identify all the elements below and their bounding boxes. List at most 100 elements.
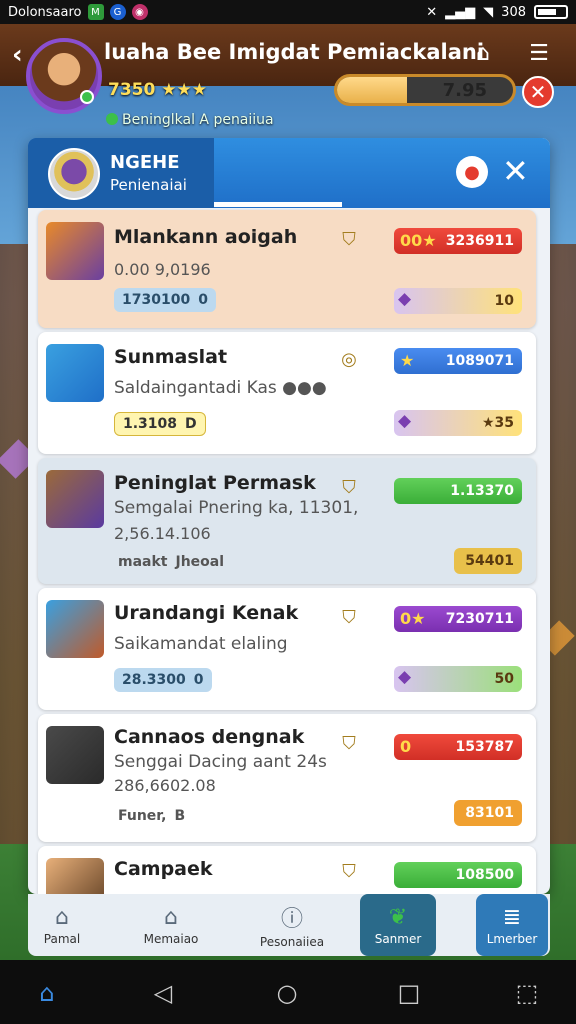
item-chip-text: 1.3108 xyxy=(123,416,178,432)
score-badge: 00★ 3236911 xyxy=(394,228,522,254)
list-item[interactable]: Peninglat Permask Semgalai Pnering ka, 1… xyxy=(38,458,536,584)
tab-info[interactable]: ⓘ Pesonaiiea xyxy=(244,894,340,956)
mute-icon: ✕ xyxy=(426,4,438,20)
item-title: Urandangi Kenak xyxy=(114,602,299,624)
status-bar: Dolonsaaro M G ◉ ✕ ▂▄▆ ◥ 308 xyxy=(0,0,576,24)
badge-value: 7230711 xyxy=(445,611,514,627)
item-chip-text: 28.3300 xyxy=(122,672,186,688)
reward-badge[interactable]: ◆ 10 xyxy=(394,288,522,314)
progress-bar: 7.95 xyxy=(334,74,516,106)
tab-leaf[interactable]: ❦ Sanmer xyxy=(360,894,436,956)
badge-lead: ★ xyxy=(400,351,415,370)
bottom-tab-bar: ⌂ Pamal ⌂ Memaiao ⓘ Pesonaiiea ❦ Sanmer … xyxy=(28,894,550,956)
progress-fill xyxy=(337,77,408,103)
status-left-text: Dolonsaaro xyxy=(8,4,82,20)
item-thumbnail xyxy=(46,222,104,280)
item-chip-text: maakt xyxy=(118,554,168,570)
item-chip-tail: 0 xyxy=(193,672,204,688)
recents-icon[interactable]: □ xyxy=(394,978,424,1008)
gmail-icon: M xyxy=(87,4,104,20)
item-title: Sunmaslat xyxy=(114,346,228,368)
share-icon[interactable]: ⌂ xyxy=(468,38,498,68)
item-title: Campaek xyxy=(114,858,213,880)
item-chip-tail: B xyxy=(174,808,186,824)
tab-label: Pamal xyxy=(43,931,81,946)
badge-lead: 0★ xyxy=(400,609,426,628)
profile-name: NGEHE xyxy=(110,152,180,173)
badge-lead: 00★ xyxy=(400,231,437,250)
list-item[interactable]: Campaek ⛉ 108500 xyxy=(38,846,536,894)
reward-value: 83101 xyxy=(465,805,514,821)
list-item[interactable]: Mlankann aoigah 0.00 9,0196 1730100 0 ⛉ 0… xyxy=(38,210,536,328)
item-chip: Funer, B xyxy=(110,804,193,828)
back-button[interactable]: ‹ xyxy=(12,40,23,70)
list-item[interactable]: Cannaos dengnak Senggai Dacing aant 24s … xyxy=(38,714,536,842)
notification-icon[interactable]: ● xyxy=(456,156,488,188)
score-badge: 0★ 7230711 xyxy=(394,606,522,632)
leaf-icon: ❦ xyxy=(388,904,408,930)
reward-value: 50 xyxy=(494,671,514,687)
level-stats: 7350 ★★★ xyxy=(108,80,207,100)
item-number: 2,56.14.106 xyxy=(114,524,211,543)
reward-badge[interactable]: ◆ ★35 xyxy=(394,410,522,436)
item-chip: 1730100 0 xyxy=(114,288,216,312)
item-chip: 1.3108 D xyxy=(114,412,206,436)
gift-icon: ◆ xyxy=(398,289,412,309)
list-item[interactable]: Sunmaslat Saldaingantadi Kas ●●● 1.3108 D… xyxy=(38,332,536,454)
list-item[interactable]: Urandangi Kenak Saikamandat elaling 28.3… xyxy=(38,588,536,710)
status-dot-icon xyxy=(106,113,118,125)
game-icon: ◉ xyxy=(131,4,148,20)
tab-list[interactable]: ≣ Lmerber xyxy=(476,894,548,956)
menu-icon[interactable]: ☰ xyxy=(524,38,554,68)
reward-value: ★35 xyxy=(481,415,514,431)
item-chip: maakt Jheoal xyxy=(110,550,232,574)
item-number: 0.00 9,0196 xyxy=(114,260,211,279)
shield-icon: ⛉ xyxy=(342,733,356,754)
reward-value: 54401 xyxy=(465,553,514,569)
close-button[interactable]: ✕ xyxy=(522,76,554,108)
battery-icon xyxy=(534,5,568,19)
score-badge: 1.13370 xyxy=(394,478,522,504)
reward-badge[interactable]: 54401 xyxy=(454,548,522,574)
player-subtitle: Beninglkal A penaiiua xyxy=(106,112,274,128)
score-badge: 108500 xyxy=(394,862,522,888)
item-chip-text: 1730100 xyxy=(122,292,191,308)
gift-icon: ◆ xyxy=(398,411,412,431)
reward-badge[interactable]: ◆ 50 xyxy=(394,666,522,692)
item-thumbnail xyxy=(46,858,104,894)
item-thumbnail xyxy=(46,600,104,658)
info-icon: ⓘ xyxy=(280,907,303,932)
back-triangle-icon[interactable]: ◁ xyxy=(148,978,178,1008)
item-subtitle: Saldaingantadi Kas ●●● xyxy=(114,378,327,398)
item-chip-text: Funer, xyxy=(118,808,167,824)
house-icon: ⌂ xyxy=(164,904,178,930)
item-title: Cannaos dengnak xyxy=(114,726,305,748)
gift-icon: ◆ xyxy=(398,667,412,687)
tab-label: Sanmer xyxy=(374,931,422,946)
item-title: Mlankann aoigah xyxy=(114,226,298,248)
score-badge: 0 153787 xyxy=(394,734,522,760)
badge-value: 108500 xyxy=(455,867,514,883)
player-subtitle-text: Beninglkal A penaiiua xyxy=(122,112,274,128)
android-nav-bar: ⌂ ◁ ○ □ ⬚ xyxy=(0,960,576,1024)
tab-members[interactable]: ⌂ Memaiao xyxy=(134,894,208,956)
player-avatar[interactable] xyxy=(26,38,102,114)
item-chip-tail: 0 xyxy=(198,292,208,308)
item-thumbnail xyxy=(46,726,104,784)
home-icon[interactable]: ⌂ xyxy=(32,978,62,1008)
screenshot-icon[interactable]: ⬚ xyxy=(512,978,542,1008)
badge-value: 153787 xyxy=(455,739,514,755)
list-icon: ≣ xyxy=(502,904,522,930)
modal-close-button[interactable]: ✕ xyxy=(502,152,529,190)
tab-home[interactable]: ⌂ Pamal xyxy=(28,894,96,956)
list-modal: NGEHE Penienaiai ● ✕ Mlankann aoigah 0.0… xyxy=(28,138,550,894)
home-circle-icon[interactable]: ○ xyxy=(272,978,302,1008)
home-icon: ⌂ xyxy=(55,904,69,930)
status-right-text: 308 xyxy=(501,4,526,20)
item-thumbnail xyxy=(46,470,104,528)
item-title: Peninglat Permask xyxy=(114,472,316,494)
item-subtitle: Saikamandat elaling xyxy=(114,634,288,654)
badge-value: 1.13370 xyxy=(450,483,514,499)
reward-badge[interactable]: 83101 xyxy=(454,800,522,826)
item-thumbnail xyxy=(46,344,104,402)
